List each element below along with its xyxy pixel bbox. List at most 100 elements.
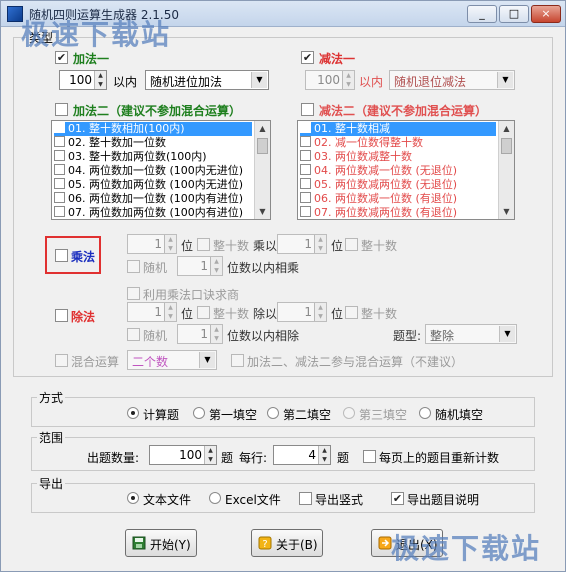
list-item[interactable]: 03. 两位数减整十数: [300, 150, 496, 164]
scroll-thumb[interactable]: [257, 138, 268, 154]
div-type-select[interactable]: 整除 ▼: [425, 324, 517, 344]
stepper-arrows-icon[interactable]: ▲ ▼: [210, 257, 222, 275]
mul-whole-ten-checkbox[interactable]: [197, 238, 210, 251]
range-per-row-stepper[interactable]: 4 ▲ ▼: [273, 445, 331, 465]
list-item[interactable]: 02. 减一位数得整十数: [300, 136, 496, 150]
scroll-down-icon[interactable]: ▼: [499, 204, 514, 219]
method-label-calc: 计算题: [143, 408, 180, 422]
div-whole-ten-checkbox[interactable]: [197, 306, 210, 319]
mixed-add2-sub2-checkbox[interactable]: [231, 354, 244, 367]
mixed-count-select[interactable]: 二个数 ▼: [127, 350, 217, 370]
method-radio-calc[interactable]: [127, 407, 139, 419]
list-item[interactable]: 06. 两位数减一位数 (有退位): [300, 192, 496, 206]
stepper-arrows-icon[interactable]: ▲ ▼: [314, 303, 326, 321]
export-radio-text[interactable]: [127, 492, 139, 504]
div-left-stepper[interactable]: 1 ▲ ▼: [127, 302, 177, 322]
range-per-row-value: 4: [308, 448, 316, 462]
list-item[interactable]: 03. 整十数加两位数(100内): [54, 150, 252, 164]
div-right-stepper[interactable]: 1 ▲ ▼: [277, 302, 327, 322]
div-use-mul-label: 利用乘法口诀求商: [143, 288, 240, 302]
chevron-down-icon[interactable]: ▼: [499, 326, 515, 342]
method-label-third-blank: 第三填空: [359, 408, 408, 422]
div-unit-2: 位: [331, 307, 344, 321]
range-count-stepper[interactable]: 100 ▲ ▼: [149, 445, 217, 465]
range-recount-checkbox[interactable]: [363, 450, 376, 463]
stepper-arrows-icon[interactable]: ▲ ▼: [318, 446, 330, 464]
stepper-arrows-icon[interactable]: ▲ ▼: [164, 303, 176, 321]
scroll-up-icon[interactable]: ▲: [255, 121, 270, 136]
start-button[interactable]: 开始(Y): [125, 529, 197, 557]
mixed-checkbox[interactable]: [55, 354, 68, 367]
stepper-arrows-icon[interactable]: ▲ ▼: [210, 325, 222, 343]
list-item[interactable]: 05. 两位数加两位数 (100内无进位): [54, 178, 252, 192]
mul-whole-ten-2-checkbox[interactable]: [345, 238, 358, 251]
chevron-down-icon[interactable]: ▼: [251, 72, 267, 88]
mul-times-label: 乘以: [253, 239, 278, 253]
method-radio-third-blank[interactable]: [343, 407, 355, 419]
list-item[interactable]: 07. 两位数减两位数 (有退位): [300, 206, 496, 219]
add1-range-stepper[interactable]: 100 ▲ ▼: [59, 70, 107, 90]
add2-listbox[interactable]: 01. 整十数相加(100内) 02. 整十数加一位数 03. 整十数加两位数(…: [51, 120, 271, 220]
watermark-top: 极速下载站: [21, 18, 172, 51]
div-whole-ten-2-checkbox[interactable]: [345, 306, 358, 319]
sub1-range-stepper[interactable]: 100 ▲ ▼: [305, 70, 355, 90]
stepper-arrows-icon[interactable]: ▲ ▼: [204, 446, 216, 464]
scroll-thumb[interactable]: [501, 138, 512, 154]
method-radio-random-blank[interactable]: [419, 407, 431, 419]
list-item[interactable]: 04. 两位数减一位数 (无退位): [300, 164, 496, 178]
div-right-value: 1: [304, 305, 312, 319]
div-random-stepper[interactable]: 1 ▲ ▼: [177, 324, 223, 344]
minimize-button[interactable]: _: [467, 5, 497, 23]
mul-random-stepper[interactable]: 1 ▲ ▼: [177, 256, 223, 276]
div-random-checkbox[interactable]: [127, 328, 140, 341]
stepper-arrows-icon[interactable]: ▲ ▼: [164, 235, 176, 253]
div-use-mul-checkbox[interactable]: [127, 287, 140, 300]
mul-left-stepper[interactable]: 1 ▲ ▼: [127, 234, 177, 254]
export-desc-label: 导出题目说明: [407, 493, 480, 507]
export-label-text: 文本文件: [143, 493, 192, 507]
list-item[interactable]: 05. 两位数减两位数 (无退位): [300, 178, 496, 192]
list-item[interactable]: 01. 整十数相减: [300, 122, 496, 136]
method-radio-second-blank[interactable]: [267, 407, 279, 419]
list-item[interactable]: 07. 两位数加两位数 (100内有进位): [54, 206, 252, 219]
export-desc-checkbox[interactable]: ✔: [391, 492, 404, 505]
div-checkbox[interactable]: [55, 309, 68, 322]
mul-random-checkbox[interactable]: [127, 260, 140, 273]
list-item[interactable]: 04. 两位数加一位数 (100内无进位): [54, 164, 252, 178]
add2-label: 加法二（建议不参加混合运算）: [73, 104, 242, 118]
export-vertical-checkbox[interactable]: [299, 492, 312, 505]
mul-checkbox[interactable]: [55, 249, 68, 262]
scroll-up-icon[interactable]: ▲: [499, 121, 514, 136]
sub1-checkbox[interactable]: ✔: [301, 51, 314, 64]
sub1-range-value: 100: [317, 73, 340, 87]
div-divide-label: 除以: [253, 307, 278, 321]
export-radio-excel[interactable]: [209, 492, 221, 504]
list-item[interactable]: 06. 两位数加一位数 (100内有进位): [54, 192, 252, 206]
list-item[interactable]: 01. 整十数相加(100内): [54, 122, 252, 136]
chevron-down-icon[interactable]: ▼: [199, 352, 215, 368]
scrollbar[interactable]: ▲ ▼: [498, 121, 514, 219]
stepper-arrows-icon[interactable]: ▲ ▼: [342, 71, 354, 89]
sub1-mode-select[interactable]: 随机退位减法 ▼: [389, 70, 515, 90]
range-legend: 范围: [37, 429, 66, 446]
about-button[interactable]: ? 关于(B): [251, 529, 323, 557]
list-item[interactable]: 02. 整十数加一位数: [54, 136, 252, 150]
sub2-checkbox[interactable]: [301, 103, 314, 116]
about-label: 关于(B): [276, 538, 318, 552]
stepper-arrows-icon[interactable]: ▲ ▼: [94, 71, 106, 89]
maximize-button[interactable]: □: [499, 5, 529, 23]
exit-icon: [378, 536, 392, 550]
div-left-value: 1: [154, 305, 162, 319]
mul-whole-ten-label: 整十数: [213, 239, 250, 253]
mul-right-stepper[interactable]: 1 ▲ ▼: [277, 234, 327, 254]
method-radio-first-blank[interactable]: [193, 407, 205, 419]
scroll-down-icon[interactable]: ▼: [255, 204, 270, 219]
stepper-arrows-icon[interactable]: ▲ ▼: [314, 235, 326, 253]
add2-checkbox[interactable]: [55, 103, 68, 116]
scrollbar[interactable]: ▲ ▼: [254, 121, 270, 219]
add1-mode-select[interactable]: 随机进位加法 ▼: [145, 70, 269, 90]
close-button[interactable]: ×: [531, 5, 561, 23]
sub2-listbox[interactable]: 01. 整十数相减 02. 减一位数得整十数 03. 两位数减整十数 04. 两…: [297, 120, 515, 220]
chevron-down-icon[interactable]: ▼: [497, 72, 513, 88]
start-label: 开始(Y): [150, 538, 191, 552]
